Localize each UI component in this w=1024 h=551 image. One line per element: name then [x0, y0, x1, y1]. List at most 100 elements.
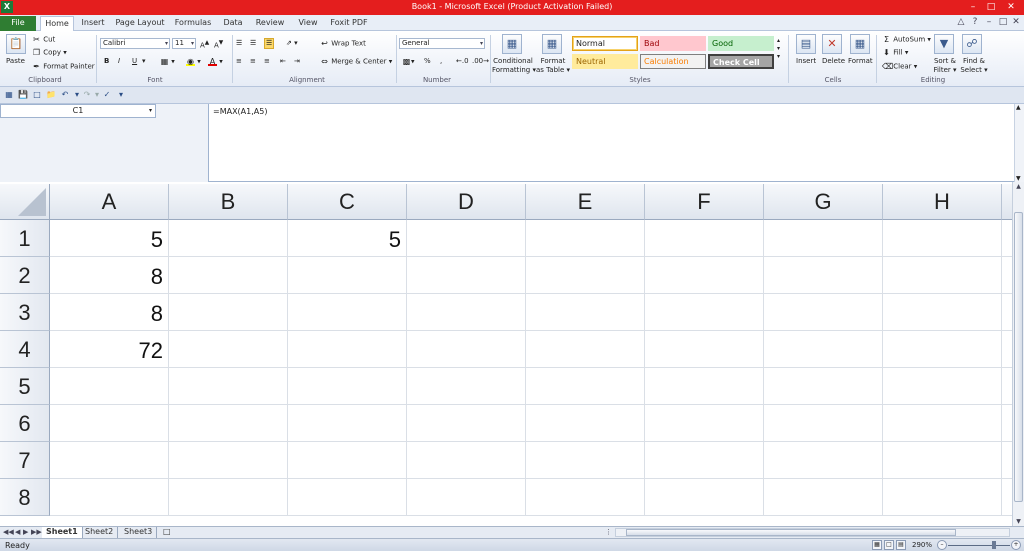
column-header-f[interactable]: F: [645, 184, 764, 220]
cell-h6[interactable]: [883, 405, 1002, 442]
cell-h7[interactable]: [883, 442, 1002, 479]
restore-icon[interactable]: □: [998, 17, 1008, 27]
insert-sheet-icon[interactable]: □: [159, 527, 175, 538]
vertical-scroll-thumb[interactable]: [1014, 212, 1023, 502]
cell-e6[interactable]: [526, 405, 645, 442]
column-header-b[interactable]: B: [169, 184, 288, 220]
cell-c3[interactable]: [288, 294, 407, 331]
cell-i4[interactable]: [1002, 331, 1012, 368]
cut-button[interactable]: ✂ Cut: [32, 35, 55, 45]
styles-scroll-buttons[interactable]: ▴ ▾ ▾: [777, 37, 780, 61]
cell-i2[interactable]: [1002, 257, 1012, 294]
zoom-slider[interactable]: [948, 545, 1010, 546]
first-sheet-icon[interactable]: ◀◀: [3, 528, 14, 536]
cell-i3[interactable]: [1002, 294, 1012, 331]
cell-a3[interactable]: 8: [50, 294, 169, 331]
cell-a7[interactable]: [50, 442, 169, 479]
cell-a4[interactable]: 72: [50, 331, 169, 368]
cell-i5[interactable]: [1002, 368, 1012, 405]
vertical-scrollbar[interactable]: ▲ ▼: [1012, 182, 1024, 526]
cell-a1[interactable]: 5: [50, 220, 169, 257]
decrease-indent-icon[interactable]: ⇤: [280, 57, 286, 66]
row-header-6[interactable]: 6: [0, 405, 50, 442]
cell-g1[interactable]: [764, 220, 883, 257]
clear-button[interactable]: ⌫ Clear ▾: [882, 62, 917, 72]
format-as-table-button[interactable]: Format as Table ▾: [536, 57, 570, 75]
align-left-icon[interactable]: ≡: [236, 57, 242, 66]
worksheet-grid[interactable]: A B C D E F G H 1 2 3 4 5 6 7 8 5 5 8 8 72: [0, 184, 1012, 526]
increase-decimal-icon[interactable]: ←.0: [456, 57, 469, 66]
cell-d5[interactable]: [407, 368, 526, 405]
scroll-down-icon[interactable]: ▼: [1016, 175, 1021, 182]
decrease-decimal-icon[interactable]: .00→: [472, 57, 489, 66]
grow-font-button[interactable]: A▲: [200, 39, 209, 50]
cell-h1[interactable]: [883, 220, 1002, 257]
zoom-out-icon[interactable]: –: [937, 540, 947, 550]
shrink-font-button[interactable]: A▼: [214, 39, 223, 50]
merge-center-button[interactable]: ⇔ Merge & Center ▾: [320, 57, 392, 67]
zoom-slider-thumb[interactable]: [992, 541, 996, 549]
column-header-d[interactable]: D: [407, 184, 526, 220]
page-layout-view-icon[interactable]: □: [884, 540, 894, 550]
style-calculation[interactable]: Calculation: [640, 54, 706, 69]
cell-d2[interactable]: [407, 257, 526, 294]
paste-icon[interactable]: 📋: [6, 34, 26, 54]
minimize-ribbon-icon[interactable]: △: [956, 17, 966, 27]
autosum-button[interactable]: Σ AutoSum ▾: [882, 35, 931, 45]
font-name-select[interactable]: Calibri ▾: [100, 38, 170, 49]
cell-e8[interactable]: [526, 479, 645, 516]
cell-b8[interactable]: [169, 479, 288, 516]
column-header-g[interactable]: G: [764, 184, 883, 220]
number-format-select[interactable]: General ▾: [399, 38, 485, 49]
cell-g7[interactable]: [764, 442, 883, 479]
style-normal[interactable]: Normal: [572, 36, 638, 51]
cell-b1[interactable]: [169, 220, 288, 257]
tab-file[interactable]: File: [0, 16, 36, 31]
spelling-icon[interactable]: ✓: [102, 90, 112, 100]
tab-page-layout[interactable]: Page Layout: [114, 16, 166, 31]
minimize-icon[interactable]: –: [984, 17, 994, 27]
tab-foxit-pdf[interactable]: Foxit PDF: [328, 16, 370, 31]
cell-g3[interactable]: [764, 294, 883, 331]
scroll-up-icon[interactable]: ▲: [1013, 183, 1024, 190]
cell-d7[interactable]: [407, 442, 526, 479]
cell-d6[interactable]: [407, 405, 526, 442]
cell-e5[interactable]: [526, 368, 645, 405]
cell-b7[interactable]: [169, 442, 288, 479]
fill-color-button[interactable]: ◉ ▾: [186, 57, 201, 67]
page-break-view-icon[interactable]: ▤: [896, 540, 906, 550]
formula-bar-scroll[interactable]: ▲ ▼: [1014, 104, 1024, 182]
minimize-icon[interactable]: –: [966, 1, 980, 13]
column-header-i[interactable]: [1002, 184, 1012, 220]
cell-f2[interactable]: [645, 257, 764, 294]
paste-button[interactable]: Paste: [6, 57, 25, 66]
cell-c1[interactable]: 5: [288, 220, 407, 257]
help-icon[interactable]: ?: [970, 17, 980, 27]
cell-d3[interactable]: [407, 294, 526, 331]
cell-e3[interactable]: [526, 294, 645, 331]
cell-f6[interactable]: [645, 405, 764, 442]
cell-c4[interactable]: [288, 331, 407, 368]
cell-a8[interactable]: [50, 479, 169, 516]
cell-h3[interactable]: [883, 294, 1002, 331]
cell-d1[interactable]: [407, 220, 526, 257]
sheet-tab-sheet2[interactable]: Sheet2: [81, 527, 119, 538]
tab-home[interactable]: Home: [40, 16, 74, 31]
cell-g5[interactable]: [764, 368, 883, 405]
undo-dropdown-icon[interactable]: ▾: [72, 90, 82, 100]
cell-a6[interactable]: [50, 405, 169, 442]
align-bottom-icon[interactable]: ☰: [264, 38, 275, 49]
align-middle-icon[interactable]: ☰: [250, 39, 256, 48]
increase-indent-icon[interactable]: ⇥: [294, 57, 300, 66]
scroll-up-icon[interactable]: ▲: [1016, 104, 1021, 111]
copy-button[interactable]: ❐ Copy ▾: [32, 48, 67, 58]
cell-f8[interactable]: [645, 479, 764, 516]
cell-h8[interactable]: [883, 479, 1002, 516]
delete-cells-button[interactable]: Delete: [822, 57, 845, 66]
insert-cells-button[interactable]: Insert: [796, 57, 816, 66]
cell-c7[interactable]: [288, 442, 407, 479]
conditional-formatting-button[interactable]: Conditional Formatting ▾: [492, 57, 536, 75]
format-cells-button[interactable]: Format: [848, 57, 873, 66]
close-icon[interactable]: ✕: [1004, 1, 1018, 13]
redo-icon[interactable]: ↷: [82, 90, 92, 100]
